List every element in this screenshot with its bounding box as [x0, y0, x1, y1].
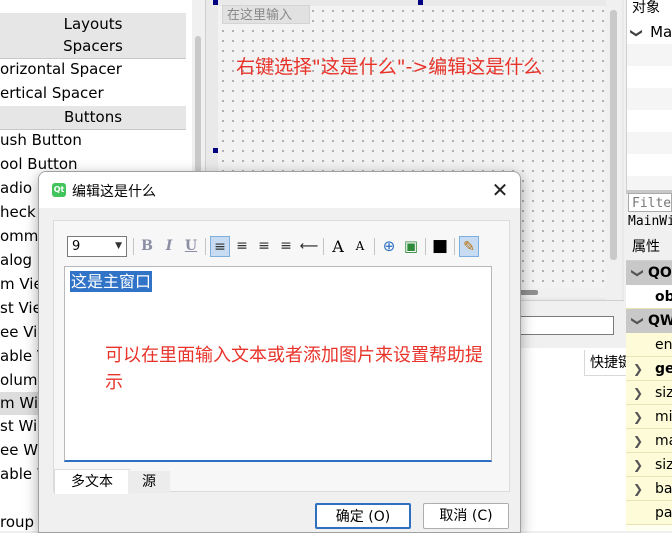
property-row[interactable]: ❯ siz [626, 453, 672, 477]
selection-handle[interactable] [418, 0, 423, 5]
property-row[interactable]: ❯ mi [626, 405, 672, 429]
shortcut-column-header[interactable]: 快捷键 [584, 350, 626, 376]
chevron-right-icon[interactable]: ❯ [633, 429, 643, 452]
qt-app-icon: Qt [52, 183, 66, 197]
category-spacers[interactable]: Spacers [0, 35, 186, 59]
selection-handle[interactable] [213, 148, 218, 153]
dialog-title: 编辑这是什么 [72, 184, 156, 200]
tab-source[interactable]: 源 [128, 471, 170, 493]
object-class-label: MainWi [628, 214, 672, 229]
justify-icon[interactable]: ≡ [276, 236, 296, 257]
rich-text-edit[interactable]: 这是主窗口 可以在里面输入文本或者添加图片来设置帮助提示 [64, 266, 492, 462]
edit-whats-this-dialog: Qt 编辑这是什么 ✕ 9 ▼ B I U ≡ ≡ ≡ ≡ ⟵ A A ⊕ ▣ … [38, 171, 521, 533]
form-line-edit[interactable]: 在这里输入 [222, 5, 310, 24]
toolbar-separator [323, 238, 324, 255]
align-center-icon[interactable]: ≡ [232, 236, 252, 257]
selection-handle[interactable] [213, 0, 218, 5]
property-row[interactable]: ❯ siz [626, 381, 672, 405]
chevron-right-icon[interactable]: ❯ [633, 381, 643, 404]
tree-row-stripe [627, 132, 672, 154]
property-row[interactable]: ob [626, 285, 672, 309]
cancel-button[interactable]: 取消 (C) [423, 503, 509, 529]
toolbar-separator [425, 238, 426, 255]
toolbar-separator [205, 238, 206, 255]
object-tree-item[interactable]: ❯ Ma [629, 21, 672, 43]
annotation-text: 可以在里面输入文本或者添加图片来设置帮助提示 [105, 345, 483, 393]
align-left-icon[interactable]: ≡ [210, 236, 230, 257]
property-list: ❯QO ob ❯QW en ❯ge ❯siz ❯mi ❯ma ❯siz ❯ba … [626, 261, 672, 531]
property-group-qobject[interactable]: ❯ QO [626, 261, 672, 285]
property-row[interactable]: ❯ge [626, 357, 672, 381]
toolbar-separator [374, 238, 375, 255]
toolbar-separator [454, 238, 455, 255]
widget-item[interactable]: ush Button [0, 129, 190, 152]
insert-link-icon[interactable]: ⊕ [379, 236, 399, 257]
font-size-combo[interactable]: 9 ▼ [67, 236, 127, 257]
property-column-header[interactable]: 属性 [626, 234, 672, 261]
chevron-right-icon[interactable]: ❯ [633, 477, 643, 500]
tab-rich-text[interactable]: 多文本 [54, 469, 130, 494]
action-filter-input[interactable] [520, 316, 614, 335]
underline-icon[interactable]: U [181, 236, 201, 257]
chevron-down-icon[interactable]: ❯ [626, 316, 650, 326]
text-color-icon[interactable]: ■ [430, 236, 450, 257]
close-icon[interactable]: ✕ [486, 176, 514, 204]
font-size-value: 9 [72, 239, 81, 254]
left-to-right-icon[interactable]: ⟵ [299, 236, 319, 257]
form-vertical-scrollbar[interactable] [606, 0, 622, 300]
chevron-down-icon: ▼ [115, 241, 122, 251]
property-row[interactable]: ❯ma [626, 429, 672, 453]
chevron-right-icon[interactable]: ❯ [633, 453, 643, 476]
bold-icon[interactable]: B [137, 236, 157, 257]
formatting-toolbar: 9 ▼ B I U ≡ ≡ ≡ ≡ ⟵ A A ⊕ ▣ ■ ✎ [67, 236, 517, 258]
italic-icon[interactable]: I [159, 236, 179, 257]
chevron-down-icon[interactable]: ❯ [629, 28, 648, 38]
widget-item[interactable]: ertical Spacer [0, 82, 190, 105]
widget-item[interactable]: orizontal Spacer [0, 58, 190, 81]
property-group-qwidget[interactable]: ❯ QW [626, 309, 672, 333]
font-smaller-icon[interactable]: A [350, 236, 370, 257]
property-row[interactable]: pa [626, 501, 672, 525]
category-layouts[interactable]: Layouts [0, 13, 186, 37]
font-larger-icon[interactable]: A [328, 236, 348, 257]
chevron-right-icon[interactable]: ❯ [633, 357, 643, 380]
ok-button[interactable]: 确定 (O) [315, 503, 411, 529]
property-filter-input[interactable]: Filter [628, 193, 672, 212]
property-row[interactable]: ❯ ba [626, 477, 672, 501]
instruction-text: 右键选择"这是什么"->编辑这是什么 [236, 56, 543, 78]
chevron-right-icon[interactable]: ❯ [633, 405, 643, 428]
object-name: Ma [650, 23, 672, 41]
align-right-icon[interactable]: ≡ [254, 236, 274, 257]
tree-row-stripe [627, 88, 672, 110]
tree-row-stripe [627, 44, 672, 66]
chevron-down-icon[interactable]: ❯ [626, 268, 650, 278]
insert-image-icon[interactable]: ▣ [401, 236, 421, 257]
selected-text[interactable]: 这是主窗口 [70, 271, 153, 292]
property-row[interactable]: en [626, 333, 672, 357]
object-column-header[interactable]: 对象 [632, 0, 660, 17]
category-buttons[interactable]: Buttons [0, 106, 186, 130]
simplify-html-icon[interactable]: ✎ [459, 236, 479, 257]
toolbar-separator [133, 238, 134, 255]
